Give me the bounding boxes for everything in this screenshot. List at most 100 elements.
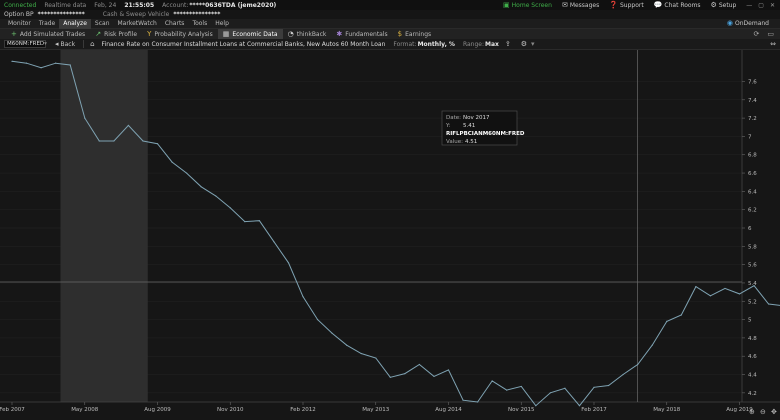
data-point — [404, 373, 406, 375]
probability-icon: Y — [147, 29, 152, 38]
dropdown-arrow-icon[interactable]: ▾ — [531, 40, 535, 48]
data-point — [331, 332, 333, 334]
data-point — [433, 375, 435, 377]
y-tick-label: 7.2 — [748, 116, 757, 122]
chevron-down-icon: ▾ — [44, 41, 47, 47]
economic-data-icon: ▦ — [222, 29, 230, 38]
data-point — [462, 399, 464, 401]
subtab-economic-data[interactable]: ▦ Economic Data — [217, 29, 283, 39]
range-dropdown[interactable]: Max — [485, 41, 499, 48]
layout-icon[interactable]: ▭ — [767, 30, 774, 38]
zoom-out-icon[interactable]: ⊖ — [760, 408, 766, 416]
tooltip-value: 4.51 — [465, 139, 477, 145]
x-tick-label: May 2008 — [71, 407, 99, 413]
minimize-icon[interactable]: — — [746, 2, 752, 9]
data-point — [491, 380, 493, 382]
tab-charts[interactable]: Charts — [161, 19, 189, 29]
data-point — [564, 387, 566, 389]
chat-rooms-button[interactable]: 💬 Chat Rooms — [649, 1, 706, 9]
format-label: Format: — [393, 40, 417, 48]
data-point — [258, 220, 260, 222]
data-point — [520, 385, 522, 388]
data-point — [98, 140, 100, 142]
account-selector[interactable]: *****0636TDA (jeme2020) — [189, 2, 276, 9]
setup-button[interactable]: ⚙ Setup — [706, 1, 742, 9]
data-point — [156, 143, 159, 145]
subtab-risk-profile[interactable]: ↗ Risk Profile — [90, 29, 142, 39]
data-point — [578, 405, 581, 407]
messages-button[interactable]: ✉ Messages — [557, 0, 604, 9]
data-point — [666, 320, 668, 323]
y-tick-label: 4.6 — [748, 354, 757, 360]
realtime-status: Realtime data — [44, 1, 87, 9]
x-tick-label: May 2018 — [653, 407, 681, 413]
data-point — [607, 384, 610, 387]
subtab-label: thinkBack — [296, 30, 327, 38]
zoom-in-icon[interactable]: ⊕ — [749, 408, 755, 416]
economic-data-toolbar: M60NM:FRED ▾ ◂ Back ⌂ Finance Rate on Con… — [0, 39, 780, 50]
y-tick-label: 5.2 — [748, 299, 757, 305]
data-point — [229, 207, 231, 209]
home-icon[interactable]: ⌂ — [87, 40, 97, 48]
risk-icon: ↗ — [95, 29, 102, 38]
back-button[interactable]: ◂ Back — [50, 40, 80, 48]
close-icon[interactable]: ✕ — [770, 2, 775, 9]
home-screen-button[interactable]: ▣ Home Screen — [498, 1, 557, 9]
data-point — [724, 287, 726, 290]
window-controls[interactable]: — ▢ ✕ — [741, 2, 780, 9]
support-button[interactable]: ❓ Support — [604, 1, 648, 9]
tooltip-date-label: Date: — [446, 115, 461, 121]
share-icon[interactable]: ⇪ — [499, 40, 517, 48]
subtab-label: Economic Data — [232, 30, 278, 38]
cash-sweep-value: *************** — [173, 11, 221, 18]
data-point — [171, 161, 173, 163]
tab-help[interactable]: Help — [211, 19, 233, 29]
subtab-earnings[interactable]: $ Earnings — [393, 29, 437, 39]
tab-tools[interactable]: Tools — [188, 19, 211, 29]
subtab-label: Probability Analysis — [154, 30, 213, 38]
subtab-fundamentals[interactable]: ✱ Fundamentals — [331, 29, 392, 39]
data-point — [69, 64, 71, 66]
symbol-input[interactable]: M60NM:FRED ▾ — [4, 40, 47, 48]
chart-settings-icon[interactable]: ⚙ — [517, 40, 531, 48]
y-tick-label: 4.2 — [748, 391, 757, 397]
tab-monitor[interactable]: Monitor — [4, 19, 35, 29]
y-tick-label: 6.2 — [748, 208, 757, 214]
y-tick-label: 4.4 — [748, 373, 757, 379]
ondemand-button[interactable]: ◉ OnDemand — [722, 20, 774, 28]
tab-trade[interactable]: Trade — [35, 19, 59, 29]
subtab-label: Add Simulated Trades — [19, 30, 86, 38]
subtab-probability-analysis[interactable]: Y Probability Analysis — [142, 29, 218, 39]
data-point — [680, 314, 682, 316]
chart-controls: ⊕ ⊖ ✥ — [749, 408, 777, 416]
tab-marketwatch[interactable]: MarketWatch — [114, 19, 161, 29]
format-dropdown[interactable]: Monthly, % — [418, 41, 455, 48]
x-tick-label: Feb 2007 — [0, 407, 25, 413]
refresh-icon[interactable]: ⟳ — [754, 30, 760, 38]
tooltip-y-label: Y: — [445, 123, 451, 129]
y-tick-label: 6.6 — [748, 171, 757, 177]
earnings-icon: $ — [397, 29, 403, 38]
data-point — [753, 285, 755, 287]
y-tick-label: 5.6 — [748, 263, 757, 269]
tab-analyze[interactable]: Analyze — [59, 18, 91, 29]
tab-scan[interactable]: Scan — [91, 19, 114, 29]
economic-data-chart[interactable]: 4.24.44.64.855.25.45.65.866.26.46.66.877… — [0, 50, 780, 420]
pan-icon[interactable]: ✥ — [771, 408, 777, 416]
symbol-value: M60NM:FRED — [7, 41, 45, 47]
data-point — [389, 376, 391, 378]
thinkback-icon: ◔ — [287, 29, 294, 38]
maximize-icon[interactable]: ▢ — [758, 2, 764, 9]
divider — [83, 40, 85, 48]
status-date: Feb, 24 — [94, 1, 117, 9]
envelope-icon: ✉ — [561, 0, 568, 9]
subtab-add-simulated-trades[interactable]: + Add Simulated Trades — [6, 29, 90, 39]
series-title: Finance Rate on Consumer Installment Loa… — [101, 40, 386, 48]
plus-icon: + — [11, 29, 17, 38]
data-point — [142, 140, 144, 142]
subtab-thinkback[interactable]: ◔ thinkBack — [283, 29, 332, 39]
x-tick-label: Aug 2009 — [144, 407, 171, 413]
recession-band — [60, 50, 148, 402]
chart-panel-toggle-icon[interactable]: ⇔ — [770, 40, 776, 48]
data-point — [738, 293, 741, 295]
